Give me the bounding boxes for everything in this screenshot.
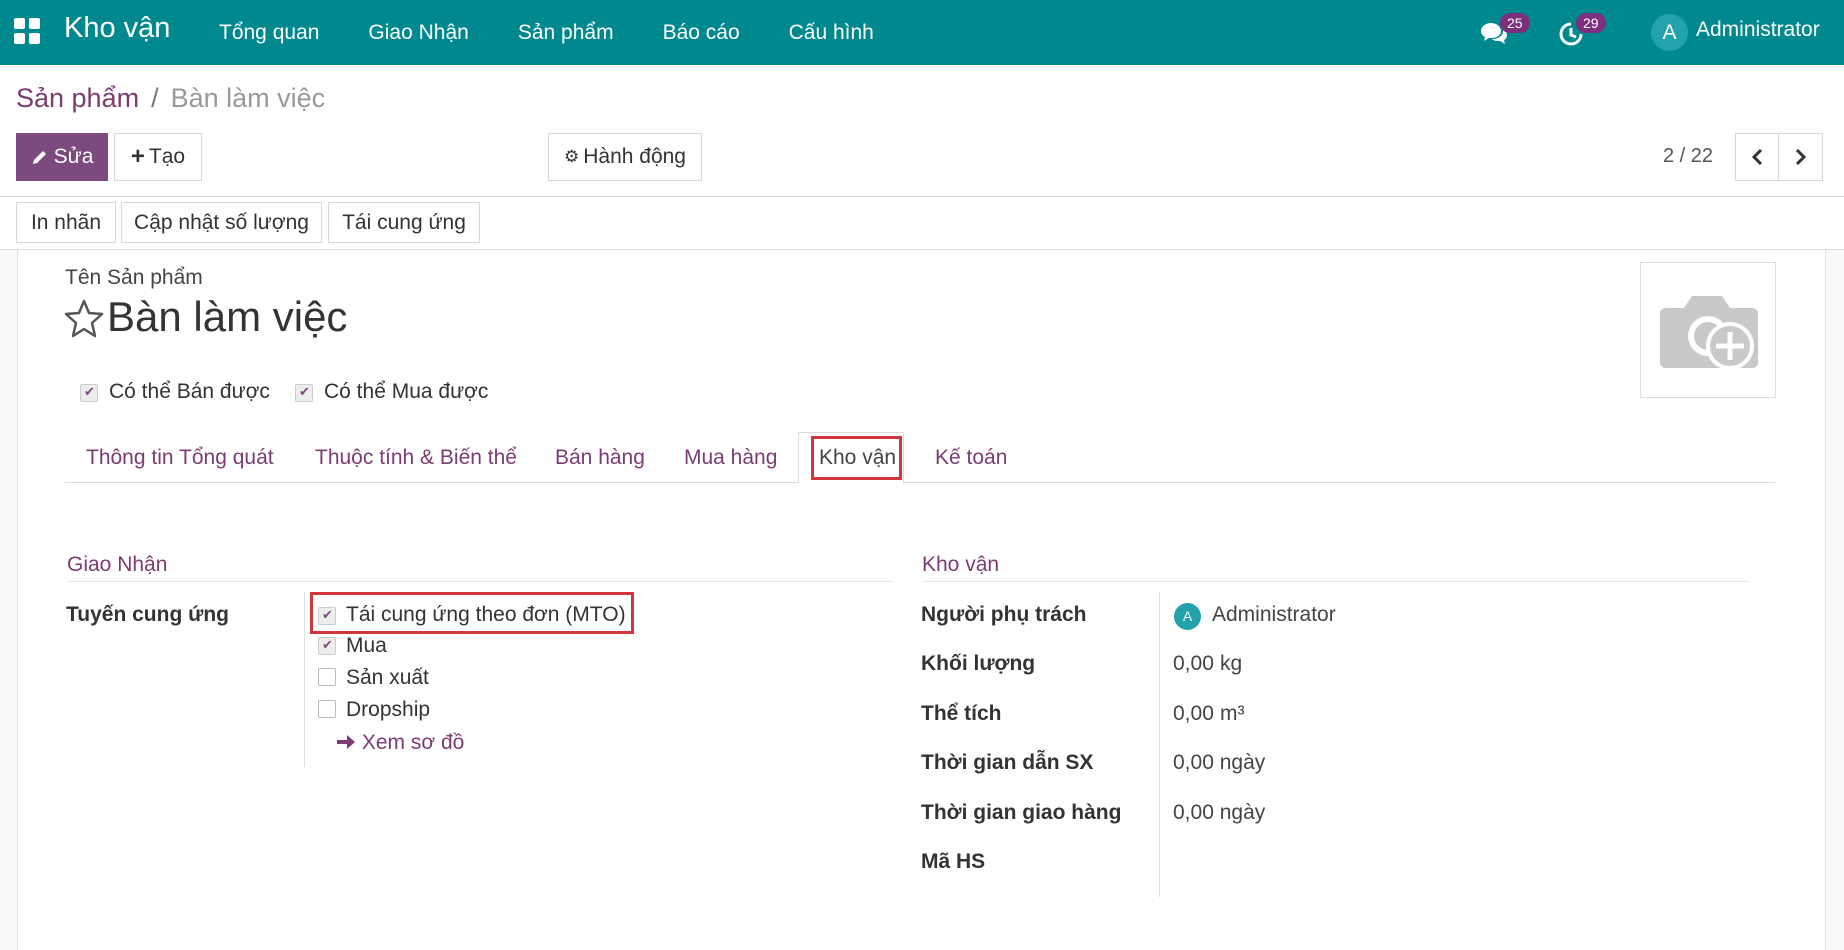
tab-purchase[interactable]: Mua hàng bbox=[684, 446, 777, 470]
replenish-button[interactable]: Tái cung ứng bbox=[328, 202, 480, 243]
logistics-group-divider bbox=[922, 581, 1750, 582]
form-sheet bbox=[17, 250, 1826, 950]
route-buy-label: Mua bbox=[346, 634, 387, 657]
gear-icon: ⚙ bbox=[563, 147, 580, 166]
activities-badge: 29 bbox=[1576, 13, 1606, 33]
delivery-lead-time-value[interactable]: 0,00 ngày bbox=[1173, 801, 1265, 825]
messages-button[interactable]: 25 bbox=[1478, 13, 1530, 51]
menu-item-overview[interactable]: Tổng quan bbox=[219, 21, 319, 45]
tab-attributes-variants[interactable]: Thuộc tính & Biến thể bbox=[315, 446, 517, 470]
volume-unit: m³ bbox=[1220, 702, 1245, 725]
arrow-right-icon bbox=[337, 735, 355, 749]
replenish-label: Tái cung ứng bbox=[342, 210, 466, 234]
breadcrumb-parent[interactable]: Sản phẩm bbox=[16, 83, 139, 113]
product-name[interactable]: Bàn làm việc bbox=[107, 293, 347, 341]
product-image-placeholder[interactable] bbox=[1640, 262, 1776, 398]
route-manufacture-checkbox[interactable] bbox=[318, 668, 336, 686]
breadcrumb-separator: / bbox=[151, 83, 159, 113]
weight-unit: kg bbox=[1220, 652, 1243, 675]
route-buy-checkbox[interactable] bbox=[318, 637, 336, 655]
pager-previous-button[interactable] bbox=[1735, 133, 1779, 181]
chevron-right-icon bbox=[1795, 148, 1806, 166]
route-dropship-label: Dropship bbox=[346, 698, 431, 721]
top-navbar: Kho vận Tổng quan Giao Nhận Sản phẩm Báo… bbox=[0, 0, 1844, 65]
logistics-group-title: Kho vận bbox=[922, 553, 1000, 576]
responsible-label: Người phụ trách bbox=[921, 603, 1087, 626]
can-be-purchased-label: Có thể Mua được bbox=[324, 380, 489, 403]
manufacturing-lead-time-label: Thời gian dẫn SX bbox=[921, 751, 1094, 774]
breadcrumb: Sản phẩm / Bàn làm việc bbox=[16, 83, 325, 114]
pager-next-button[interactable] bbox=[1778, 133, 1823, 181]
edit-button[interactable]: Sửa bbox=[16, 133, 108, 181]
responsible-avatar: A bbox=[1174, 603, 1201, 630]
manufacturing-lead-time-value[interactable]: 0,00 ngày bbox=[1173, 751, 1265, 775]
create-label: Tạo bbox=[148, 145, 186, 168]
menu-item-products[interactable]: Sản phẩm bbox=[518, 21, 614, 45]
menu-item-configuration[interactable]: Cấu hình bbox=[789, 21, 874, 45]
tab-general-info[interactable]: Thông tin Tổng quát bbox=[86, 446, 274, 470]
view-diagram-label: Xem sơ đồ bbox=[361, 731, 465, 754]
favorite-star-icon[interactable] bbox=[63, 297, 105, 339]
routes-field-border bbox=[304, 592, 305, 767]
can-be-purchased-checkbox[interactable] bbox=[295, 384, 313, 402]
chevron-left-icon bbox=[1751, 148, 1763, 166]
plus-icon: + bbox=[130, 143, 145, 170]
pencil-icon bbox=[32, 151, 46, 164]
action-label: Hành động bbox=[583, 145, 686, 168]
user-avatar[interactable]: A bbox=[1651, 14, 1688, 51]
action-dropdown-button[interactable]: ⚙ Hành động bbox=[548, 133, 702, 181]
inventory-tab-highlight bbox=[811, 436, 902, 480]
messages-badge: 25 bbox=[1500, 13, 1530, 33]
route-manufacture-label: Sản xuất bbox=[346, 666, 429, 689]
logistics-field-border bbox=[1159, 592, 1160, 897]
route-dropship-checkbox[interactable] bbox=[318, 700, 336, 718]
mto-route-highlight bbox=[310, 592, 634, 634]
operations-group-title: Giao Nhận bbox=[67, 553, 168, 576]
pager-value[interactable]: 2 / 22 bbox=[1663, 145, 1713, 168]
weight-label: Khối lượng bbox=[921, 652, 1036, 675]
update-quantity-button[interactable]: Cập nhật số lượng bbox=[121, 202, 322, 243]
apps-menu-icon[interactable] bbox=[14, 18, 40, 44]
routes-label: Tuyến cung ứng bbox=[66, 603, 229, 626]
edit-label: Sửa bbox=[53, 145, 94, 168]
activities-button[interactable]: 29 bbox=[1556, 13, 1606, 51]
control-panel: Sản phẩm / Bàn làm việc Sửa + Tạo ⚙ Hành đ… bbox=[0, 65, 1844, 250]
print-labels-label: In nhãn bbox=[30, 210, 102, 234]
tab-accounting[interactable]: Kế toán bbox=[935, 446, 1007, 470]
can-be-sold-checkbox[interactable] bbox=[80, 384, 98, 402]
print-labels-button[interactable]: In nhãn bbox=[16, 202, 116, 243]
responsible-value[interactable]: Administrator bbox=[1212, 603, 1336, 627]
hs-code-label: Mã HS bbox=[921, 850, 986, 873]
can-be-sold-label: Có thể Bán được bbox=[109, 380, 270, 403]
delivery-lead-time-label: Thời gian giao hàng bbox=[921, 801, 1122, 824]
tab-sales[interactable]: Bán hàng bbox=[555, 446, 645, 470]
create-button[interactable]: + Tạo bbox=[114, 133, 202, 181]
view-diagram-link[interactable]: Xem sơ đồ bbox=[336, 731, 464, 755]
user-menu[interactable]: Administrator bbox=[1696, 18, 1820, 42]
volume-value[interactable]: 0,00 bbox=[1173, 702, 1214, 726]
operations-group-divider bbox=[67, 581, 894, 582]
hs-code-value[interactable] bbox=[1173, 850, 1473, 876]
volume-label: Thể tích bbox=[921, 702, 1002, 725]
breadcrumb-current: Bàn làm việc bbox=[170, 83, 326, 113]
app-brand[interactable]: Kho vận bbox=[64, 12, 170, 45]
menu-item-operations[interactable]: Giao Nhận bbox=[368, 21, 468, 45]
control-divider bbox=[0, 196, 1844, 197]
update-quantity-label: Cập nhật số lượng bbox=[134, 210, 309, 234]
weight-value[interactable]: 0,00 bbox=[1173, 652, 1214, 676]
product-name-label: Tên Sản phẩm bbox=[65, 266, 203, 289]
camera-add-icon bbox=[1660, 296, 1758, 370]
main-menu: Tổng quan Giao Nhận Sản phẩm Báo cáo Cấu… bbox=[219, 0, 923, 65]
menu-item-reporting[interactable]: Báo cáo bbox=[663, 21, 740, 45]
